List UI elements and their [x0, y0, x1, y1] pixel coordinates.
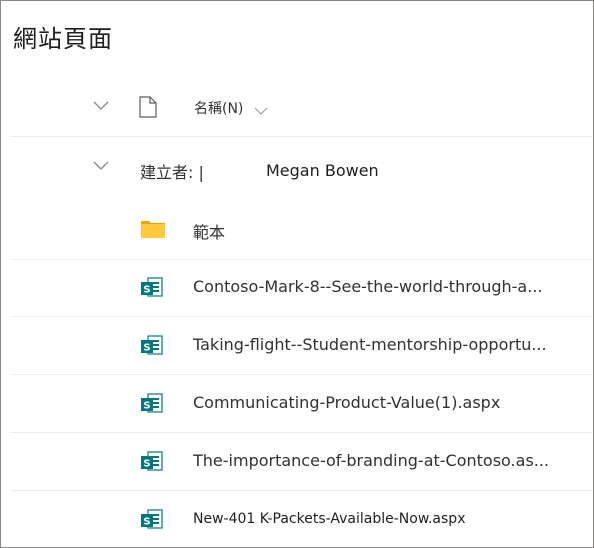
svg-text:S: S [143, 459, 150, 470]
svg-text:S: S [143, 343, 150, 354]
folder-name[interactable]: 範本 [193, 219, 225, 243]
page-title: 網站頁面 [13, 25, 113, 53]
file-name[interactable]: Taking-flight--Student-mentorship-opport… [193, 335, 547, 354]
site-pages-panel: 網站頁面 名稱(N) 建立者: | Megan Bowen 範本 S Conto… [0, 0, 594, 548]
list-item[interactable]: S Contoso-Mark-8--See-the-world-through-… [11, 259, 593, 317]
svg-text:S: S [143, 517, 150, 528]
sort-chevron-down-icon[interactable] [254, 101, 268, 115]
group-label: 建立者: | [140, 163, 204, 182]
list-item[interactable]: S New-401 K-Packets-Available-Now.aspx [11, 491, 593, 547]
list-item[interactable]: S The-importance-of-branding-at-Contoso.… [11, 433, 593, 491]
file-name[interactable]: New-401 K-Packets-Available-Now.aspx [193, 511, 465, 527]
sharepoint-page-icon: S [140, 334, 164, 358]
group-author-name: Megan Bowen [266, 161, 379, 180]
sharepoint-page-icon: S [140, 508, 164, 532]
list-item[interactable]: S Taking-flight--Student-mentorship-oppo… [11, 317, 593, 375]
list-item-folder[interactable]: 範本 [11, 201, 593, 260]
folder-icon [141, 219, 165, 239]
sharepoint-page-icon: S [140, 276, 164, 300]
group-chevron-down-icon[interactable] [93, 161, 109, 173]
file-name[interactable]: Contoso-Mark-8--See-the-world-through-a.… [193, 277, 543, 296]
collapse-all-chevron-icon[interactable] [93, 101, 109, 113]
list-item[interactable]: S Communicating-Product-Value(1).aspx [11, 375, 593, 433]
file-type-column-icon[interactable] [139, 96, 157, 118]
file-name[interactable]: Communicating-Product-Value(1).aspx [193, 393, 500, 412]
list-header: 名稱(N) [11, 79, 593, 137]
svg-text:S: S [143, 285, 150, 296]
sharepoint-page-icon: S [140, 392, 164, 416]
name-column-header[interactable]: 名稱(N) [194, 98, 243, 118]
sharepoint-page-icon: S [140, 450, 164, 474]
file-name[interactable]: The-importance-of-branding-at-Contoso.as… [193, 451, 549, 470]
svg-text:S: S [143, 401, 150, 412]
group-header: 建立者: | Megan Bowen [11, 137, 593, 201]
